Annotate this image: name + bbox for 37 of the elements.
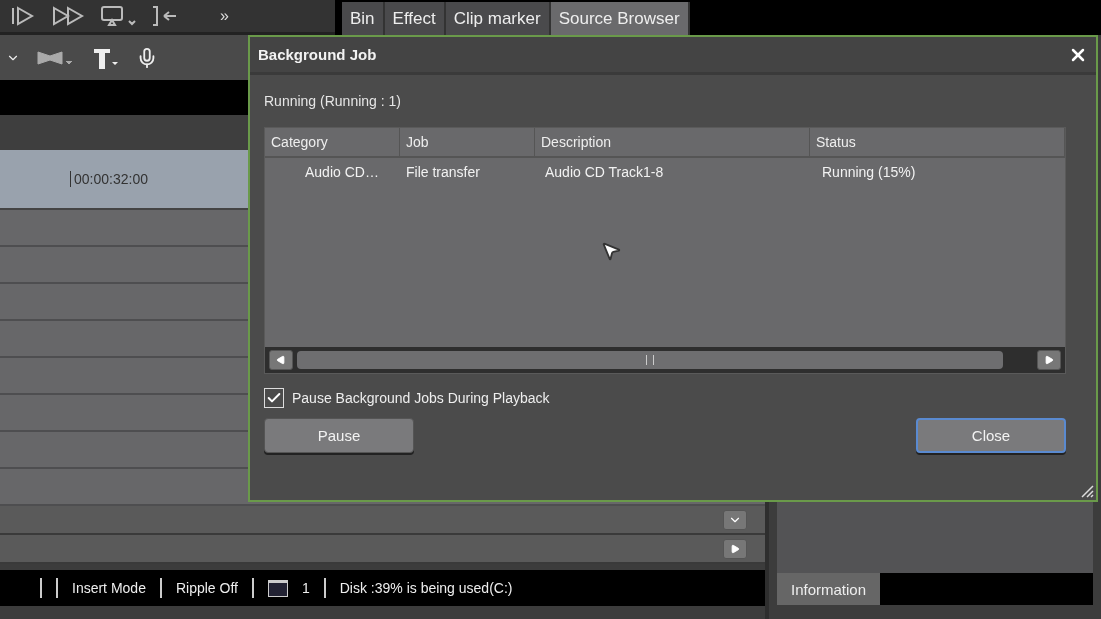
panel-tab[interactable]: Bin	[342, 2, 385, 35]
monitor-icon[interactable]	[100, 5, 136, 27]
column-header[interactable]: Job	[400, 128, 535, 156]
triangle-left-icon	[276, 355, 286, 365]
scroll-left-button[interactable]	[269, 350, 293, 370]
mouse-cursor-icon	[600, 240, 622, 262]
window-icon	[267, 579, 288, 597]
scroll-down-button[interactable]	[723, 509, 747, 530]
status-text: Ripple Off	[175, 580, 238, 596]
timecode: 00:00:32:00	[70, 171, 148, 187]
table-cell-text: Running (15%)	[821, 163, 917, 182]
checkbox-label: Pause Background Jobs During Playback	[292, 390, 550, 406]
dialog-title: Background Job	[258, 46, 377, 63]
job-summary: Running (Running : 1)	[264, 93, 402, 109]
status-text: 1	[301, 580, 310, 596]
column-header[interactable]: Description	[535, 128, 810, 156]
panel-tab[interactable]: Information	[777, 573, 881, 605]
dialog-button[interactable]: Close	[916, 418, 1066, 453]
checkbox[interactable]	[264, 388, 284, 408]
panel-tab[interactable]: Clip marker	[445, 2, 551, 35]
scroll-thumb[interactable]	[297, 351, 1003, 369]
panel-tab[interactable]: Source Browser	[550, 2, 690, 35]
table-cell-text: File transfer	[405, 163, 481, 182]
scroll-right-button[interactable]	[1037, 350, 1061, 370]
overflow-button[interactable]: »	[214, 7, 235, 25]
panel-tab[interactable]: Effect	[384, 2, 446, 35]
triangle-right-icon	[1044, 355, 1054, 365]
status-text: Disk :39% is being used(C:)	[339, 580, 513, 596]
dialog-button[interactable]: Pause	[264, 418, 414, 453]
fast-forward-icon[interactable]	[52, 5, 86, 27]
column-header[interactable]: Status	[810, 128, 1065, 156]
table-cell-text: Audio CD Track1-8	[544, 163, 665, 182]
status-text: Insert Mode	[72, 580, 146, 596]
scroll-right-button[interactable]	[723, 538, 747, 559]
table-cell-text: Audio CD…	[304, 163, 380, 182]
column-header[interactable]: Category	[265, 128, 400, 156]
triangle-right-icon	[730, 543, 740, 554]
